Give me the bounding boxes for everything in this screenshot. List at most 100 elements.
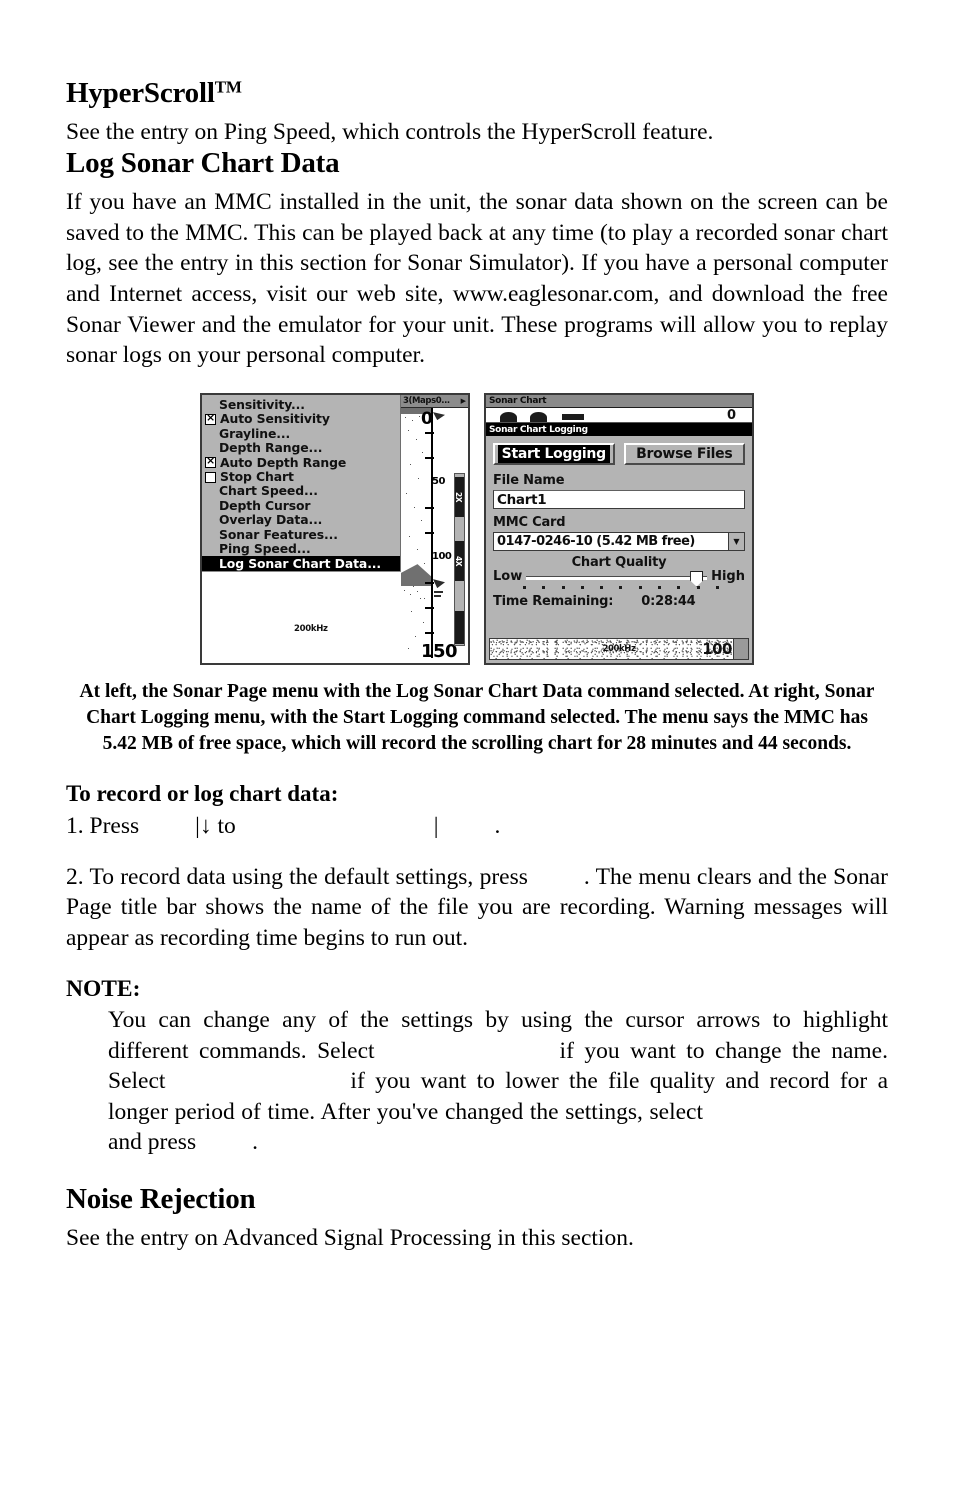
sonar-menu-column: Sensitivity... Auto Sensitivity Grayline… [202,395,402,664]
time-remaining-row: Time Remaining: 0:28:44 [493,594,745,609]
note-body: You can change any of the settings by us… [108,1005,888,1158]
zoom-bar-track[interactable]: 2X 4X [454,473,465,647]
sonar-footer-strip: 200kHz 100 [489,638,749,661]
menu-item-auto-depth-range[interactable]: Auto Depth Range [202,454,400,470]
footer-depth-value: 100 [702,640,732,659]
menu-item-ping-speed[interactable]: Ping Speed... [202,542,400,556]
menu-item-sonar-features[interactable]: Sonar Features... [202,528,400,542]
depth-label-0: 0 [421,409,433,430]
menu-item-label: Depth Range... [219,440,323,456]
menu-item-overlay-data[interactable]: Overlay Data... [202,513,400,527]
chevron-down-icon[interactable]: ▼ [728,533,744,551]
mmc-card-select[interactable]: 0147-0246-10 (5.42 MB free) ▼ [493,532,745,552]
trademark-symbol: TM [214,77,242,97]
sonar-chart-title-text: Sonar Chart [489,396,547,407]
sonar-chart-title-bar: 3(Maps0... ▶ [401,395,468,409]
note-text-d: and press [108,1129,197,1156]
menu-item-label: Overlay Data... [219,512,323,528]
sonar-chart-title-bar: Sonar Chart [486,395,752,409]
mmc-card-value: 0147-0246-10 (5.42 MB free) [497,534,695,550]
checkbox-checked-icon[interactable] [205,412,216,426]
sonar-chart-logging-title-bar: Sonar Chart Logging [486,423,752,437]
paragraph-hyperscroll: See the entry on Ping Speed, which contr… [66,119,714,146]
browse-files-button[interactable]: Browse Files [623,443,745,466]
menu-item-stop-chart[interactable]: Stop Chart [202,470,400,484]
slider-track-wrap[interactable] [526,570,708,587]
max-depth-label: 150 [421,641,458,663]
file-name-label: File Name [493,473,565,489]
figure-caption: At left, the Sonar Page menu with the Lo… [79,681,875,754]
note-label: NOTE: [66,976,141,1002]
quality-low-label: Low [493,569,523,585]
document-page: HyperScrollTM See the entry on Ping Spee… [0,0,954,1487]
slider-track [526,575,708,580]
paragraph-noise-rejection: See the entry on Advanced Signal Process… [66,1225,634,1252]
start-logging-button[interactable]: Start Logging [493,443,615,466]
sonar-chart-title-text: 3(Maps0... [403,396,450,407]
menu-item-chart-speed[interactable]: Chart Speed... [202,484,400,498]
menu-item-depth-range[interactable]: Depth Range... [202,441,400,455]
chart-quality-label: Chart Quality [571,555,667,571]
sonar-chart-peek-strip: 0 [486,408,752,424]
heading-hyperscroll: HyperScrollTM [66,77,888,109]
step2-text-a: 2. To record data using the default sett… [66,863,528,890]
figure-sonar-screenshots: Sensitivity... Auto Sensitivity Grayline… [66,393,888,666]
menu-item-log-sonar-chart-data[interactable]: Log Sonar Chart Data... [202,555,400,572]
menu-item-label: Sensitivity... [219,397,305,413]
step1-text-a: 1. Press [66,812,140,839]
file-name-value: Chart1 [497,491,547,508]
sonar-chart-column: 3(Maps0... ▶ 0 50 100 150 2X 4X [401,395,468,664]
scrollbar-thumb[interactable] [733,638,749,661]
note-text-e: . [252,1129,258,1156]
file-name-input[interactable]: Chart1 [493,490,745,510]
heading-log-sonar-chart-data: Log Sonar Chart Data [66,146,340,179]
zoom-bar-fill [455,611,464,645]
menu-item-depth-cursor[interactable]: Depth Cursor [202,499,400,513]
zoom-bar-4x[interactable]: 4X [454,541,464,582]
slider-tick-marks [493,584,745,590]
menu-item-label: Stop Chart [220,469,294,485]
peek-depth-value: 0 [726,408,736,424]
time-remaining-value: 0:28:44 [641,594,696,610]
procedure-heading: To record or log chart data: [66,780,339,806]
menu-item-label: Chart Speed... [219,483,318,499]
sonar-menu-list: Sensitivity... Auto Sensitivity Grayline… [202,395,401,572]
step1-period: . [494,812,501,839]
menu-item-label: Depth Cursor [219,497,311,513]
time-remaining-label: Time Remaining: [493,594,614,610]
footer-frequency-label: 200kHz [602,644,636,655]
mmc-card-label: MMC Card [493,515,566,531]
depth-label-100: 100 [432,551,452,563]
step1-text-b: to [217,812,236,839]
menu-item-label: Log Sonar Chart Data... [219,555,382,571]
procedure-step-1: 1. Press |↓ to |. [66,811,888,842]
menu-item-label: Auto Depth Range [220,454,347,470]
menu-item-sensitivity[interactable]: Sensitivity... [202,398,400,412]
sonar-echo-canvas [401,408,449,664]
note-text-c: if you want to lower the file quality an… [108,1068,888,1125]
menu-item-grayline[interactable]: Grayline... [202,427,400,441]
menu-item-label: Auto Sensitivity [220,411,330,427]
checkbox-unchecked-icon[interactable] [205,471,216,483]
menu-item-label: Grayline... [219,425,291,441]
menu-item-auto-sensitivity[interactable]: Auto Sensitivity [202,411,400,427]
start-logging-button-label: Start Logging [497,445,610,464]
checkbox-checked-icon[interactable] [205,455,216,469]
logging-button-row: Start Logging Browse Files [493,443,745,466]
chart-quality-slider[interactable]: Low High [493,569,745,587]
heading-hyperscroll-text: HyperScroll [66,77,215,109]
heading-noise-rejection: Noise Rejection [66,1182,256,1215]
sonar-chart-logging-title-text: Sonar Chart Logging [489,424,588,435]
sonar-menu-blank-area: 200kHz [202,571,402,639]
step1-pipe-2: | [433,812,439,839]
zoom-bar-2x[interactable]: 2X [454,477,464,518]
paragraph-log-sonar-chart-data: If you have an MMC installed in the unit… [66,189,888,369]
menu-item-label: Ping Speed... [219,541,311,556]
down-arrow-icon: ↓ [199,812,212,839]
quality-high-label: High [711,569,745,585]
sonar-chart-logging-screenshot: Sonar Chart 0 Sonar Chart Logging Start … [484,393,754,666]
procedure-step-2: 2. To record data using the default sett… [66,862,888,954]
sonar-page-menu-screenshot: Sensitivity... Auto Sensitivity Grayline… [200,393,470,666]
frequency-label: 200kHz [294,624,328,635]
chevron-right-icon[interactable]: ▶ [461,397,466,405]
